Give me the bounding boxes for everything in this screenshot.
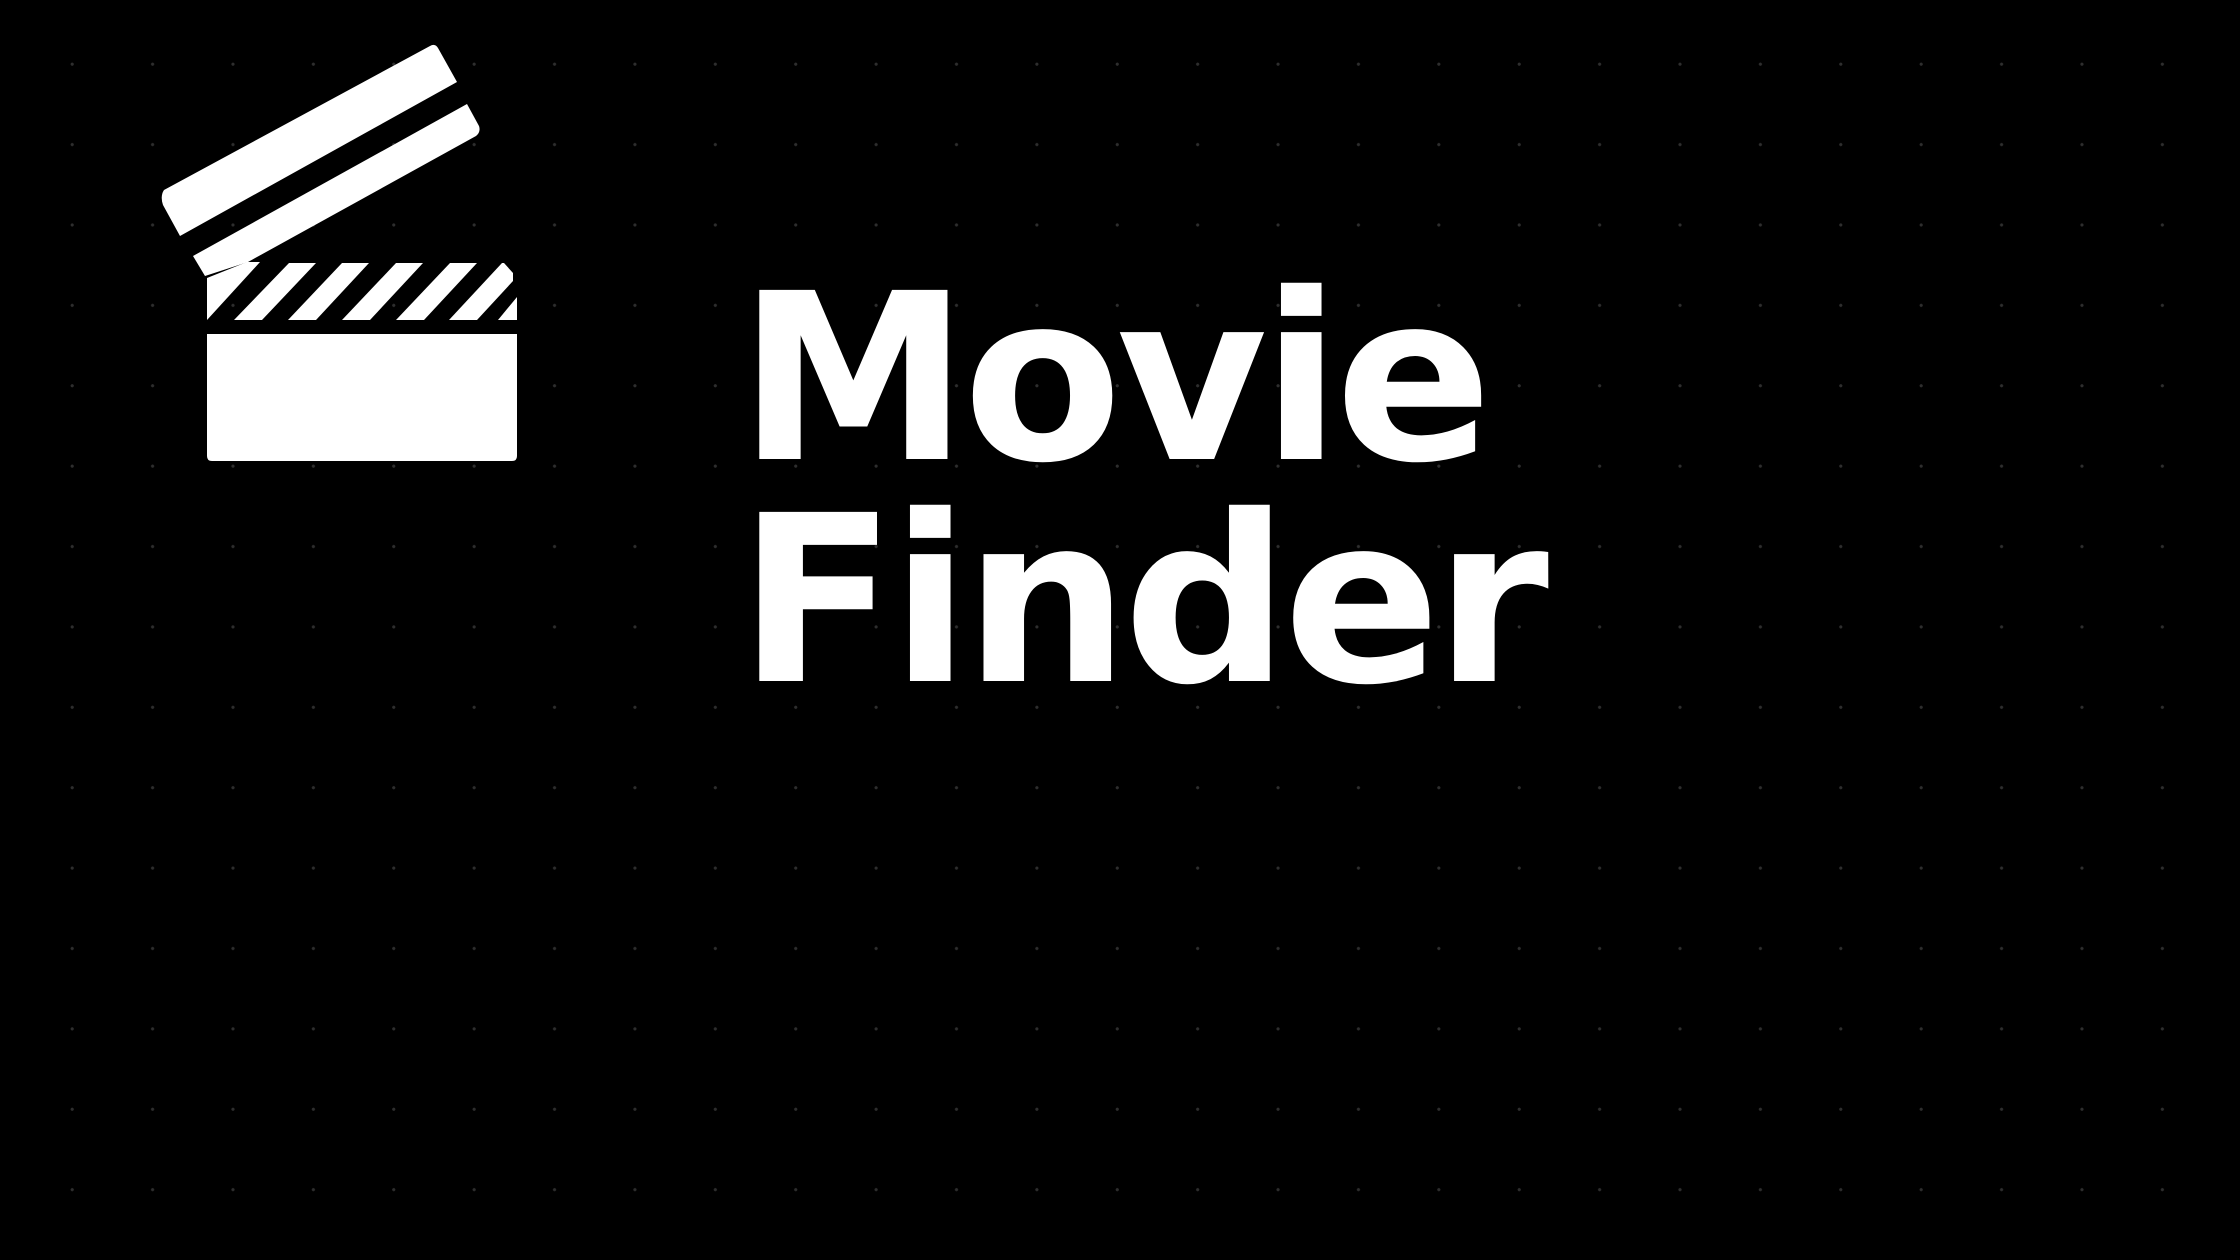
- app-title: Movie Finder: [738, 244, 1549, 736]
- app-title-line-1: Movie: [738, 244, 1492, 514]
- splash-screen: Movie Finder: [0, 0, 2240, 1260]
- app-title-line-2: Finder: [738, 466, 1549, 736]
- clapperboard-icon: [161, 44, 517, 461]
